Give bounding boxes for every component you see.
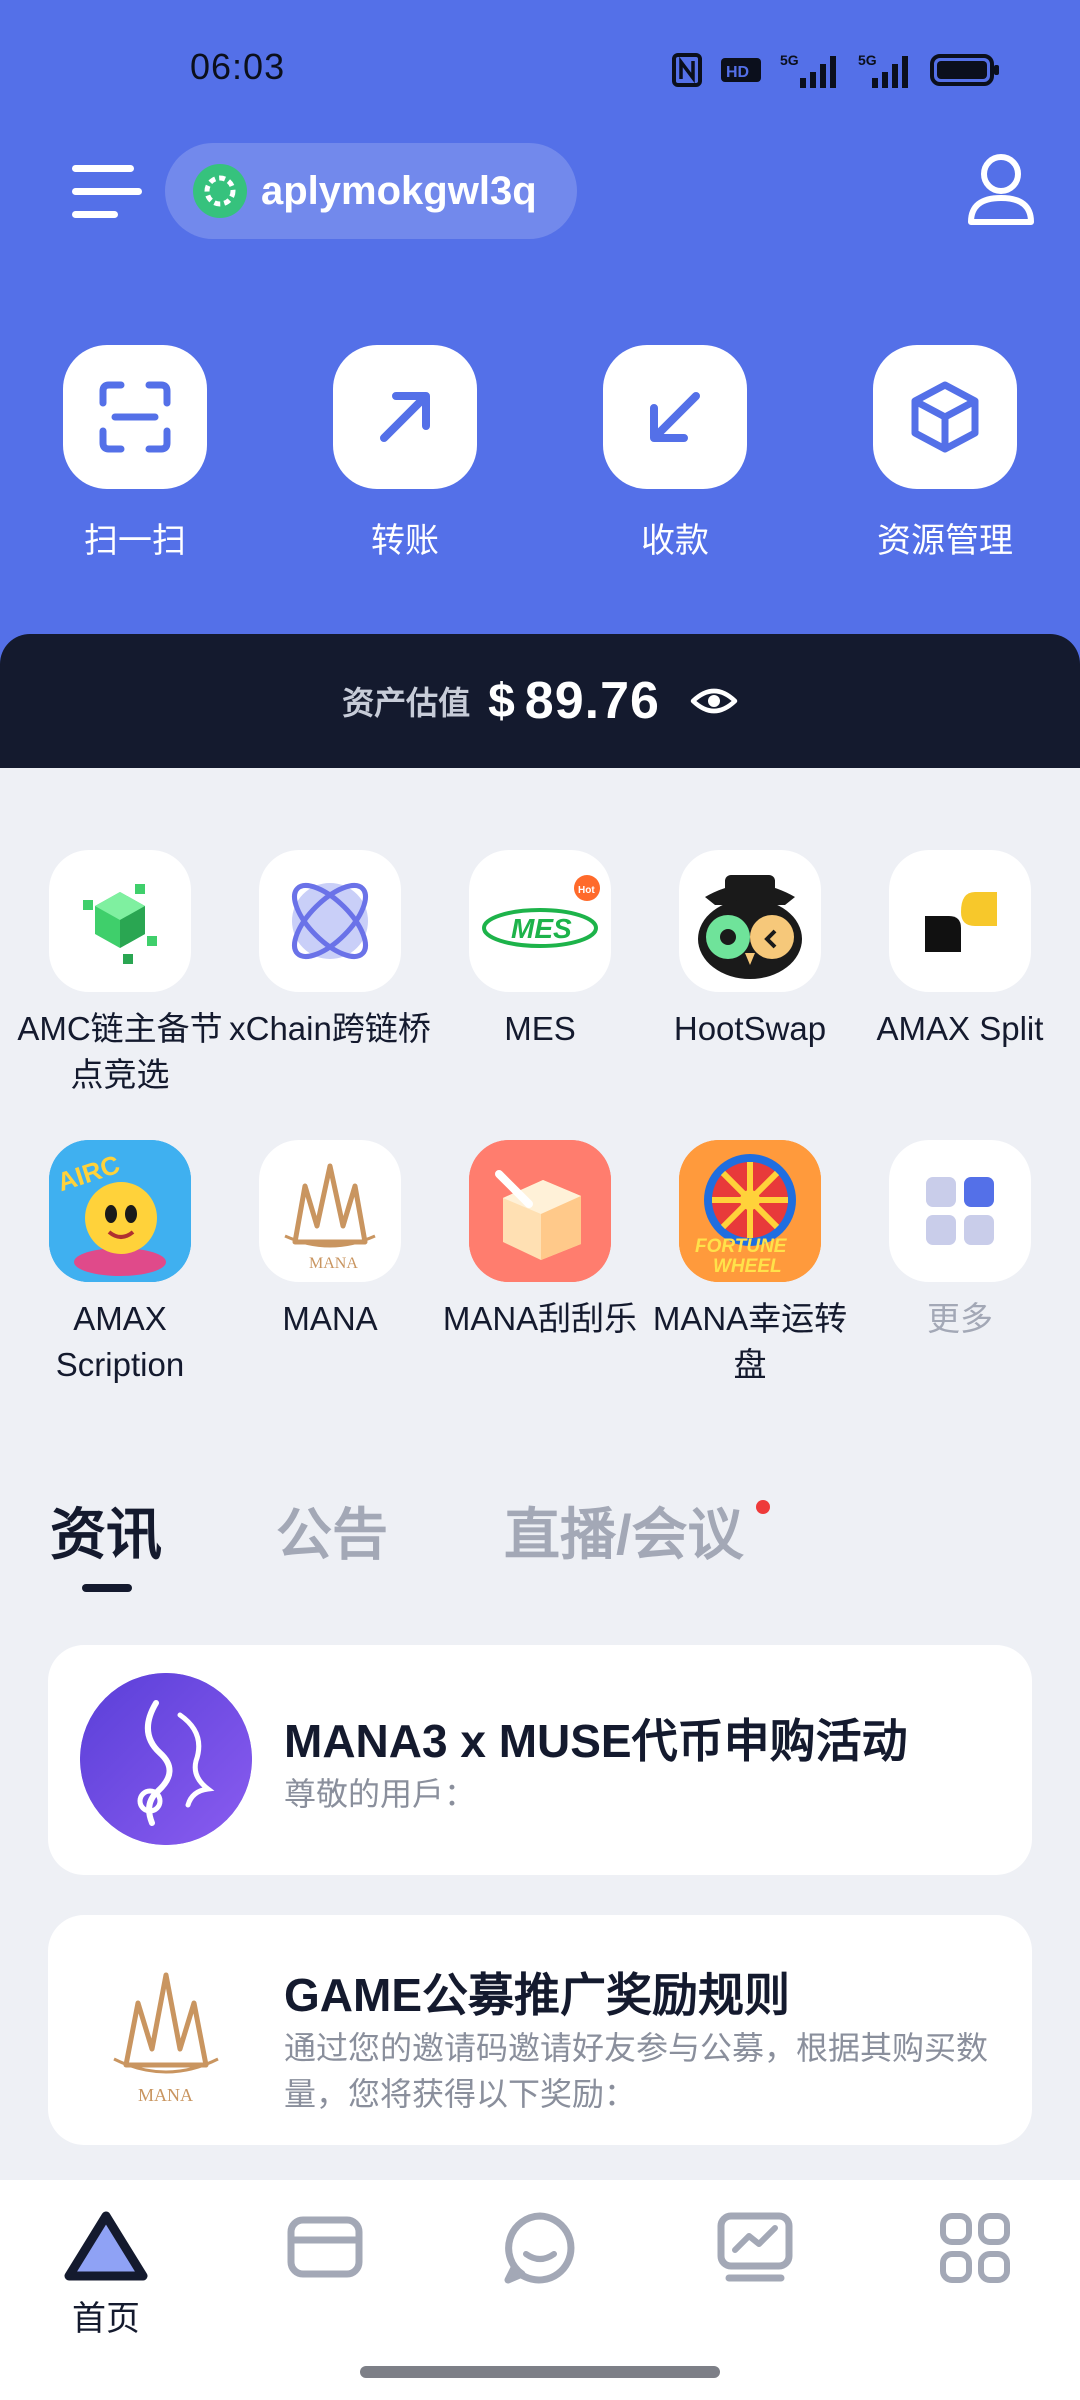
wallet-icon xyxy=(287,2216,363,2278)
xchain-icon xyxy=(259,850,401,992)
app-mana[interactable]: MANA MANA xyxy=(225,1140,435,1342)
nfc-icon xyxy=(672,53,702,87)
receive-button[interactable]: 收款 xyxy=(575,345,775,562)
resource-management-button[interactable]: 资源管理 xyxy=(845,345,1045,562)
5g-signal-icon: 5G xyxy=(780,52,836,88)
quick-action-label: 收款 xyxy=(641,522,709,560)
app-label: MANA刮刮乐 xyxy=(442,1300,638,1337)
tab-announcements[interactable]: 公告 xyxy=(276,1490,388,1571)
nav-market[interactable] xyxy=(680,2210,830,2291)
asset-valuation-bar: 资产估值 $ 89.76 xyxy=(0,634,1080,768)
news-card[interactable]: MANA GAME公募推广奖励规则 通过您的邀请码邀请好友参与公募，根据其购买数… xyxy=(48,1915,1032,2145)
app-hootswap[interactable]: HootSwap xyxy=(645,850,855,1052)
amax-split-icon xyxy=(889,850,1031,992)
transfer-button[interactable]: 转账 xyxy=(305,345,505,562)
news-tabs: 资讯 公告 直播/会议 xyxy=(0,1490,1080,1600)
network-label: 5G xyxy=(858,52,877,68)
status-bar: 06:03 HD 5G 5G xyxy=(0,0,1080,140)
status-time: 06:03 xyxy=(190,46,286,87)
news-title: GAME公募推广奖励规则 xyxy=(284,1969,790,2021)
fortune-logo-text: WHEEL xyxy=(713,1256,782,1277)
news-title: MANA3 x MUSE代币申购活动 xyxy=(284,1715,908,1767)
nav-wallet[interactable] xyxy=(250,2210,400,2287)
app-amc[interactable]: AMC链主备节点竞选 xyxy=(15,850,225,1098)
cube-icon xyxy=(911,381,979,453)
menu-button[interactable] xyxy=(72,165,142,221)
app-label: MES xyxy=(504,1010,576,1047)
arrow-down-left-icon xyxy=(650,392,700,442)
tab-live-meetings[interactable]: 直播/会议 xyxy=(504,1490,744,1571)
app-label: xChain跨链桥 xyxy=(229,1010,431,1047)
quick-action-label: 资源管理 xyxy=(877,522,1013,560)
news-desc: 尊敬的用戶： xyxy=(284,1776,477,1812)
eye-icon[interactable] xyxy=(690,681,738,721)
app-xchain[interactable]: xChain跨链桥 xyxy=(225,850,435,1052)
menu-icon xyxy=(72,165,134,172)
chat-icon xyxy=(504,2212,575,2284)
muse-logo-icon xyxy=(80,1673,252,1845)
airc-icon: AIRC xyxy=(49,1140,191,1282)
news-card[interactable]: MANA3 x MUSE代币申购活动 尊敬的用戶： xyxy=(48,1645,1032,1875)
user-icon xyxy=(968,154,1034,225)
app-label: 更多 xyxy=(927,1300,993,1337)
apps-grid-icon xyxy=(940,2213,1010,2283)
app-label: HootSwap xyxy=(673,1010,827,1047)
news-desc: 通过您的邀请码邀请好友参与公募，根据其购买数量，您将获得以下奖励： xyxy=(284,2030,989,2112)
fortune-logo-text: FORTUNE xyxy=(695,1236,788,1257)
status-icons: HD 5G 5G xyxy=(672,50,1000,90)
tab-news[interactable]: 资讯 xyxy=(50,1490,162,1571)
hd-icon: HD xyxy=(721,58,761,82)
fortune-wheel-icon: FORTUNE WHEEL xyxy=(679,1140,821,1282)
battery-icon xyxy=(930,54,999,86)
asset-currency: $ xyxy=(488,674,515,728)
scratch-card-icon xyxy=(469,1140,611,1282)
app-label: AMAX Scription xyxy=(55,1300,185,1383)
account-selector[interactable]: aplymokgwl3q xyxy=(165,143,577,239)
nav-label: 首页 xyxy=(72,2300,140,2338)
app-mana-fortune-wheel[interactable]: FORTUNE WHEEL MANA幸运转盘 xyxy=(645,1140,855,1388)
app-mana-scratch[interactable]: MANA刮刮乐 xyxy=(435,1140,645,1342)
mes-logo-text: MES xyxy=(511,913,572,944)
mana-logo-text: MANA xyxy=(309,1255,358,1272)
app-label: AMC链主备节点竞选 xyxy=(17,1010,223,1093)
amc-icon xyxy=(49,850,191,992)
home-indicator[interactable] xyxy=(360,2366,720,2378)
app-mes[interactable]: MES Hot MES xyxy=(435,850,645,1052)
mes-icon: MES Hot xyxy=(469,850,611,992)
scan-icon xyxy=(99,381,171,453)
app-amax-split[interactable]: AMAX Split xyxy=(855,850,1065,1052)
home-triangle-icon xyxy=(64,2211,148,2281)
5g-signal-icon: 5G xyxy=(858,52,908,88)
app-more[interactable]: 更多 xyxy=(855,1140,1065,1342)
asset-label: 资产估值 xyxy=(342,685,471,721)
asset-value: 89.76 xyxy=(524,672,660,730)
notification-dot xyxy=(756,1500,770,1514)
nav-apps[interactable] xyxy=(900,2210,1050,2291)
quick-action-label: 扫一扫 xyxy=(84,522,186,560)
account-name: aplymokgwl3q xyxy=(261,168,537,213)
active-tab-indicator xyxy=(82,1584,132,1592)
mana-icon: MANA xyxy=(259,1140,401,1282)
grid-more-icon xyxy=(889,1140,1031,1282)
scan-button[interactable]: 扫一扫 xyxy=(35,345,235,562)
arrow-up-right-icon xyxy=(380,392,430,442)
mana-logo-text: MANA xyxy=(138,2085,193,2105)
account-avatar-icon xyxy=(193,164,247,218)
network-label: 5G xyxy=(780,52,799,68)
app-amax-scription[interactable]: AIRC AMAX Scription xyxy=(15,1140,225,1388)
app-label: MANA xyxy=(282,1300,378,1337)
quick-action-label: 转账 xyxy=(371,522,439,560)
nav-chat[interactable] xyxy=(465,2210,615,2291)
mana-logo-icon: MANA xyxy=(80,1945,252,2117)
hootswap-icon xyxy=(679,850,821,992)
app-label: AMAX Split xyxy=(876,1010,1044,1047)
nav-home[interactable]: 首页 xyxy=(31,2210,181,2340)
app-label: MANA幸运转盘 xyxy=(652,1300,848,1383)
market-chart-icon xyxy=(717,2212,793,2282)
quick-actions: 扫一扫 转账 收款 资源管理 xyxy=(0,345,1080,575)
user-profile-button[interactable] xyxy=(965,150,1037,230)
svg-text:HD: HD xyxy=(726,64,749,81)
hot-badge: Hot xyxy=(578,885,595,896)
